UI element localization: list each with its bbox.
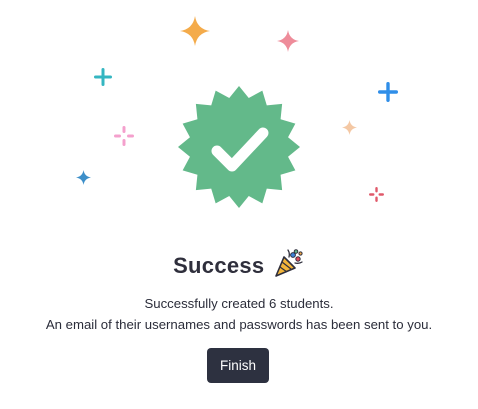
sparkle-icon bbox=[114, 126, 134, 146]
sparkle-icon bbox=[180, 16, 210, 46]
sparkle-icon bbox=[378, 82, 398, 102]
verified-check-badge-icon bbox=[178, 86, 300, 208]
message-line: An email of their usernames and password… bbox=[45, 317, 433, 332]
title-row: Success bbox=[0, 249, 478, 284]
sparkle-icon bbox=[76, 170, 91, 185]
sparkle-icon bbox=[342, 120, 357, 135]
success-illustration bbox=[0, 0, 478, 230]
sparkle-icon bbox=[277, 30, 299, 52]
success-message: Successfully created 6 students. An emai… bbox=[0, 293, 478, 335]
message-line: Successfully created 6 students. bbox=[144, 296, 334, 311]
finish-button[interactable]: Finish bbox=[207, 348, 269, 383]
success-title: Success bbox=[173, 253, 265, 278]
sparkle-icon bbox=[369, 187, 384, 202]
party-popper-icon bbox=[275, 249, 303, 277]
sparkle-icon bbox=[94, 68, 112, 86]
